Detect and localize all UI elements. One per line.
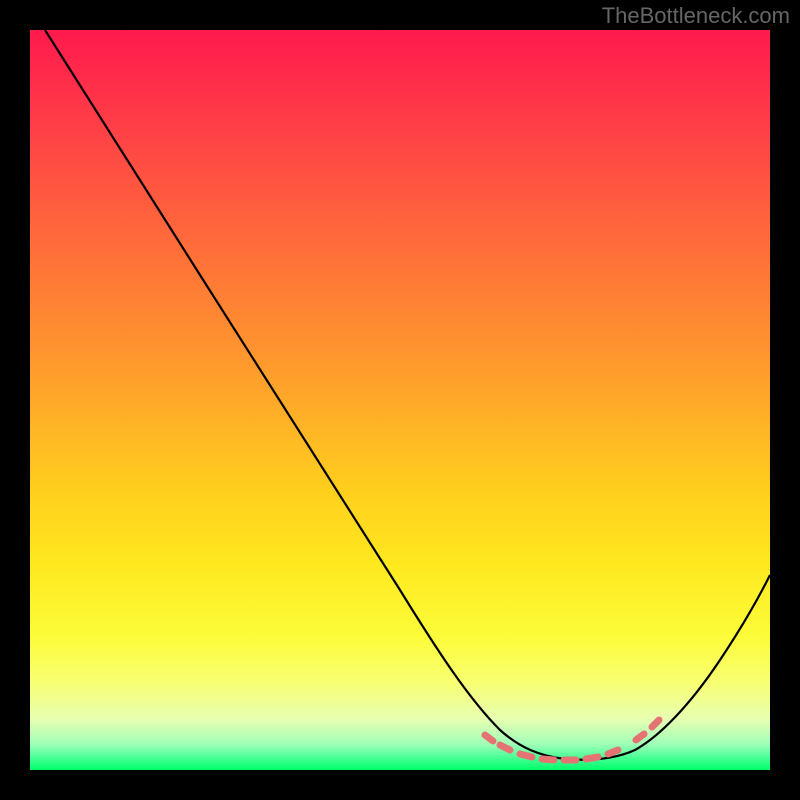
marker-seg — [608, 750, 618, 754]
marker-seg — [652, 720, 659, 727]
bottleneck-curve — [45, 30, 770, 760]
chart-container: TheBottleneck.com — [0, 0, 800, 800]
marker-seg — [586, 757, 598, 759]
marker-seg — [542, 759, 554, 760]
marker-seg — [485, 735, 493, 741]
marker-seg — [500, 745, 510, 750]
marker-seg — [520, 754, 532, 757]
watermark-text: TheBottleneck.com — [602, 3, 790, 29]
marker-seg — [636, 734, 644, 740]
curve-layer — [30, 30, 770, 770]
plot-area — [30, 30, 770, 770]
